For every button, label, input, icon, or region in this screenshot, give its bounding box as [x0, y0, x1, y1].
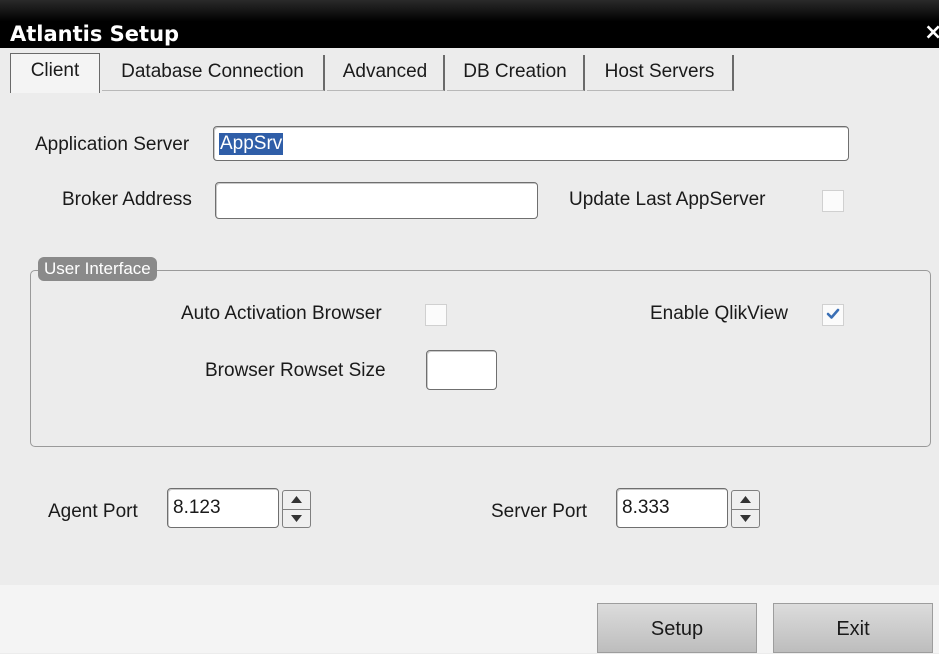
close-icon[interactable]: ×	[924, 20, 939, 45]
arrow-up-icon	[740, 496, 751, 503]
agent-port-input[interactable]: 8.123	[167, 488, 279, 528]
checkmark-icon	[826, 308, 840, 319]
agent-port-up-button[interactable]	[283, 491, 310, 510]
title-bar: Atlantis Setup ×	[0, 0, 939, 48]
tab-bar: Client Database Connection Advanced DB C…	[0, 48, 939, 96]
enable-qlikview-checkbox[interactable]	[822, 304, 844, 326]
application-server-label: Application Server	[35, 134, 190, 155]
exit-button[interactable]: Exit	[773, 603, 933, 653]
window-title: Atlantis Setup	[10, 22, 180, 46]
update-last-appserver-label: Update Last AppServer	[569, 189, 766, 210]
user-interface-legend: User Interface	[38, 257, 157, 281]
tab-host-servers[interactable]: Host Servers	[587, 55, 734, 91]
agent-port-down-button[interactable]	[283, 510, 310, 528]
tab-db-creation[interactable]: DB Creation	[447, 55, 585, 91]
setup-button[interactable]: Setup	[597, 603, 757, 653]
tab-client[interactable]: Client	[10, 53, 100, 93]
application-server-input[interactable]: AppSrv	[213, 126, 849, 161]
agent-port-value: 8.123	[173, 497, 221, 518]
tab-database-connection[interactable]: Database Connection	[102, 55, 325, 91]
server-port-input[interactable]: 8.333	[616, 488, 728, 528]
server-port-up-button[interactable]	[732, 491, 759, 510]
broker-address-label: Broker Address	[62, 189, 192, 210]
arrow-up-icon	[291, 496, 302, 503]
browser-rowset-size-input[interactable]	[426, 350, 497, 390]
auto-activation-browser-checkbox[interactable]	[425, 304, 447, 326]
application-server-value: AppSrv	[219, 132, 284, 155]
arrow-down-icon	[740, 515, 751, 522]
auto-activation-browser-label: Auto Activation Browser	[181, 303, 382, 324]
update-last-appserver-checkbox[interactable]	[822, 190, 844, 212]
tab-advanced[interactable]: Advanced	[327, 55, 445, 91]
arrow-down-icon	[291, 515, 302, 522]
agent-port-label: Agent Port	[48, 501, 138, 522]
browser-rowset-size-label: Browser Rowset Size	[205, 360, 386, 381]
server-port-value: 8.333	[622, 497, 670, 518]
server-port-label: Server Port	[491, 501, 588, 522]
server-port-spinner[interactable]	[731, 490, 760, 528]
broker-address-input[interactable]	[215, 182, 538, 219]
enable-qlikview-label: Enable QlikView	[650, 303, 789, 324]
agent-port-spinner[interactable]	[282, 490, 311, 528]
server-port-down-button[interactable]	[732, 510, 759, 528]
